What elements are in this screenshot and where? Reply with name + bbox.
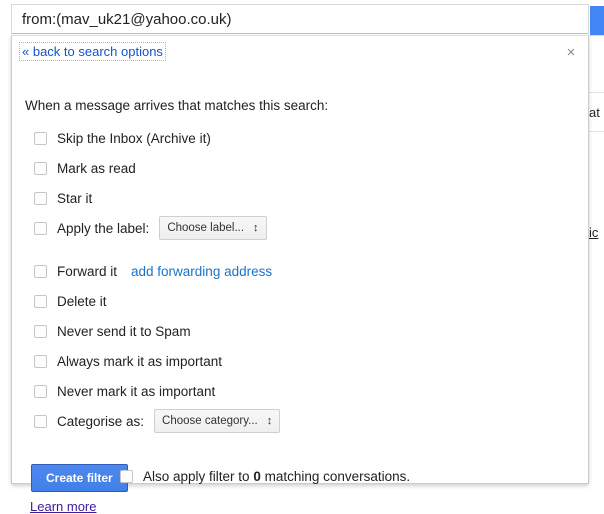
- search-input[interactable]: [20, 10, 580, 29]
- checkbox-always-mark-important[interactable]: [34, 355, 47, 368]
- checkbox-skip-inbox[interactable]: [34, 132, 47, 145]
- option-row-mark-as-read[interactable]: Mark as read: [34, 159, 136, 177]
- checkbox-never-send-to-spam[interactable]: [34, 325, 47, 338]
- checkbox-star-it[interactable]: [34, 192, 47, 205]
- option-label: Apply the label:: [57, 221, 149, 236]
- option-label: Categorise as:: [57, 414, 144, 429]
- mail-row-partial-text-2: ic: [589, 225, 604, 240]
- option-label: Always mark it as important: [57, 354, 222, 369]
- mail-row-divider-1: [588, 92, 604, 93]
- create-filter-button[interactable]: Create filter: [31, 464, 128, 492]
- also-apply-suffix: matching conversations.: [261, 469, 410, 484]
- create-filter-dialog: × « back to search options When a messag…: [11, 35, 589, 484]
- choose-category-dropdown[interactable]: Choose category... ↕: [154, 409, 280, 433]
- option-label: Star it: [57, 191, 92, 206]
- choose-label-dropdown[interactable]: Choose label... ↕: [159, 216, 266, 240]
- checkbox-apply-label[interactable]: [34, 222, 47, 235]
- updown-arrow-icon: ↕: [253, 223, 259, 234]
- option-row-always-mark-important[interactable]: Always mark it as important: [34, 352, 222, 370]
- close-icon[interactable]: ×: [562, 44, 580, 62]
- option-row-forward-it[interactable]: Forward it add forwarding address: [34, 262, 272, 280]
- choose-label-dropdown-value: Choose label...: [167, 222, 244, 234]
- matching-conversations-count: 0: [253, 469, 261, 484]
- updown-arrow-icon: ↕: [267, 416, 273, 427]
- option-label: Delete it: [57, 294, 107, 309]
- choose-category-dropdown-value: Choose category...: [162, 415, 258, 427]
- option-row-apply-label[interactable]: Apply the label: Choose label... ↕: [34, 219, 267, 237]
- option-row-never-send-to-spam[interactable]: Never send it to Spam: [34, 322, 191, 340]
- option-row-never-mark-important[interactable]: Never mark it as important: [34, 382, 215, 400]
- add-forwarding-address-link[interactable]: add forwarding address: [131, 264, 272, 279]
- checkbox-never-mark-important[interactable]: [34, 385, 47, 398]
- checkbox-categorise-as[interactable]: [34, 415, 47, 428]
- option-label: Never send it to Spam: [57, 324, 191, 339]
- option-row-categorise-as[interactable]: Categorise as: Choose category... ↕: [34, 412, 280, 430]
- toolbar-divider: [588, 35, 604, 36]
- option-label: Skip the Inbox (Archive it): [57, 131, 211, 146]
- checkbox-mark-as-read[interactable]: [34, 162, 47, 175]
- option-row-delete-it[interactable]: Delete it: [34, 292, 107, 310]
- also-apply-filter-row[interactable]: Also apply filter to 0 matching conversa…: [120, 469, 410, 484]
- learn-more-link[interactable]: Learn more: [30, 499, 96, 514]
- back-link-container: « back to search options: [20, 43, 165, 60]
- also-apply-filter-label: Also apply filter to 0 matching conversa…: [143, 469, 410, 484]
- checkbox-forward-it[interactable]: [34, 265, 47, 278]
- option-label: Forward it: [57, 264, 117, 279]
- option-label: Never mark it as important: [57, 384, 215, 399]
- dialog-prompt-text: When a message arrives that matches this…: [25, 98, 328, 113]
- mail-row-partial-text-1: at: [589, 105, 604, 120]
- option-row-star-it[interactable]: Star it: [34, 189, 92, 207]
- checkbox-also-apply-filter[interactable]: [120, 470, 133, 483]
- mail-row-divider-2: [588, 131, 604, 132]
- checkbox-delete-it[interactable]: [34, 295, 47, 308]
- search-submit-button[interactable]: [590, 6, 604, 35]
- also-apply-prefix: Also apply filter to: [143, 469, 253, 484]
- option-row-skip-inbox[interactable]: Skip the Inbox (Archive it): [34, 129, 211, 147]
- option-label: Mark as read: [57, 161, 136, 176]
- search-box[interactable]: [11, 4, 589, 34]
- back-to-search-options-link[interactable]: « back to search options: [20, 43, 165, 60]
